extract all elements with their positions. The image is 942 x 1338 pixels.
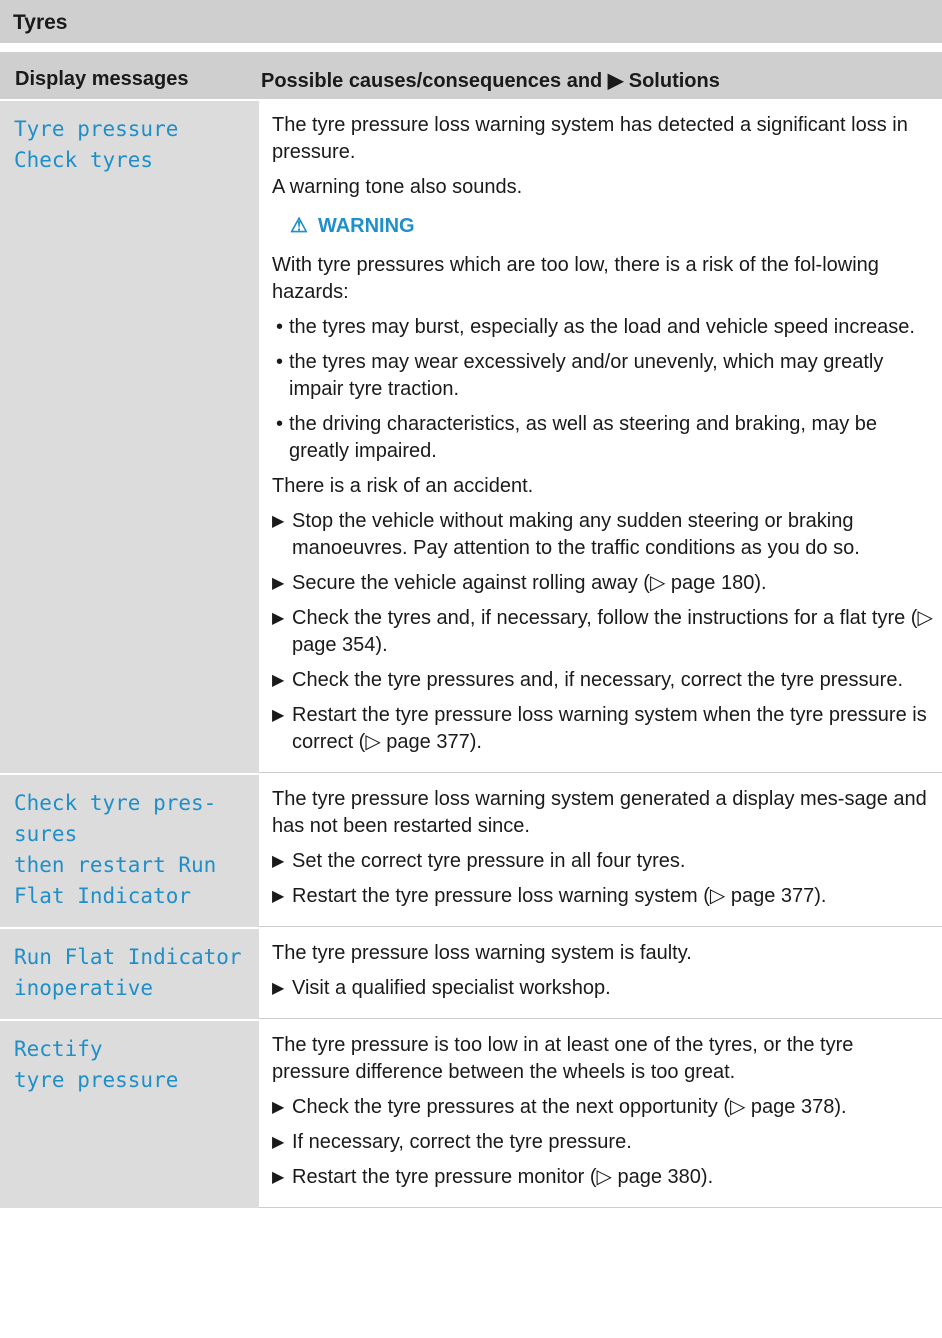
solution-step: ▶ Restart the tyre pressure monitor (▷ pa… [272,1164,934,1191]
list-item: the driving characteristics, as well as … [272,411,934,465]
arrow-right-icon: ▶ [272,575,285,592]
message-cell: Run Flat Indicator inoperative [0,929,259,1019]
table-row: Run Flat Indicator inoperative The tyre … [0,929,942,1021]
solution-cell: The tyre pressure is too low in at least… [259,1021,942,1208]
arrow-right-icon: ▶ [272,980,285,997]
solution-step: ▶ Secure the vehicle against rolling away… [272,570,934,597]
table-header: Display messages Possible causes/consequ… [0,52,942,101]
table-row: Rectify tyre pressure The tyre pressure … [0,1021,942,1210]
display-message: Tyre pressure Check tyres [14,117,179,172]
arrow-right-icon: ▶ [272,853,285,870]
message-cell: Rectify tyre pressure [0,1021,259,1208]
arrow-right-icon: ▶ [272,672,285,689]
arrow-right-icon: ▶ [272,1099,285,1116]
message-cell: Check tyre pres- sures then restart Run … [0,775,259,927]
message-cell: Tyre pressure Check tyres [0,101,259,773]
arrow-right-icon: ▶ [272,610,285,627]
solution-cell: The tyre pressure loss warning system ge… [259,775,942,927]
header-causes-solutions: Possible causes/consequences and ▶ Solut… [261,70,720,92]
arrow-right-icon: ▶ [272,1169,285,1186]
solution-step: ▶ Check the tyre pressures and, if necess… [272,667,934,694]
solution-cell: The tyre pressure loss warning system is… [259,929,942,1019]
arrow-right-icon: ▶ [272,513,285,530]
solution-step: ▶ Check the tyre pressures at the next op… [272,1094,934,1121]
section-title-bar: Tyres [0,0,942,43]
solution-cell: The tyre pressure loss warning system ha… [259,101,942,773]
arrow-right-icon: ▶ [272,888,285,905]
section-title: Tyres [13,11,68,34]
arrow-right-icon: ▶ [272,707,285,724]
warning-triangle-icon: ⚠ [290,215,308,237]
risk-text: There is a risk of an accident. [272,475,534,497]
solution-step: ▶ Restart the tyre pressure loss warning … [272,883,934,910]
warning-heading: ⚠ WARNING [290,213,934,240]
cause-text: The tyre pressure loss warning system is… [272,942,692,964]
list-item: the tyres may wear excessively and/or un… [272,349,934,403]
solution-step: ▶ Check the tyres and, if necessary, foll… [272,607,933,656]
solution-step: ▶ Set the correct tyre pressure in all fo… [272,848,934,875]
solution-step: ▶ Restart the tyre pressure loss warning … [272,704,927,753]
cause-text: The tyre pressure is too low in at least… [272,1034,854,1083]
table-row: Check tyre pres- sures then restart Run … [0,775,942,929]
cause-text: A warning tone also sounds. [272,176,523,198]
warning-intro: With tyre pressures which are too low, t… [272,254,879,303]
display-message: Check tyre pres- sures then restart Run … [14,791,217,908]
solution-step: ▶ Stop the vehicle without making any sud… [272,510,860,559]
arrow-right-icon: ▶ [272,1134,285,1151]
header-display-messages: Display messages [15,68,189,90]
list-item: the tyres may burst, especially as the l… [272,314,934,341]
solution-step: ▶ Visit a qualified specialist workshop. [272,975,934,1002]
hazard-list: the tyres may burst, especially as the l… [272,314,934,465]
display-message: Run Flat Indicator inoperative [14,945,242,1000]
warning-title: WARNING [317,215,415,237]
cause-text: The tyre pressure loss warning system ge… [272,788,927,837]
display-message: Rectify tyre pressure [14,1037,179,1092]
solution-step: ▶ If necessary, correct the tyre pressure… [272,1129,934,1156]
table-row: Tyre pressure Check tyres The tyre press… [0,101,942,775]
messages-table: Display messages Possible causes/consequ… [0,52,942,1210]
cause-text: The tyre pressure loss warning system ha… [272,114,908,163]
